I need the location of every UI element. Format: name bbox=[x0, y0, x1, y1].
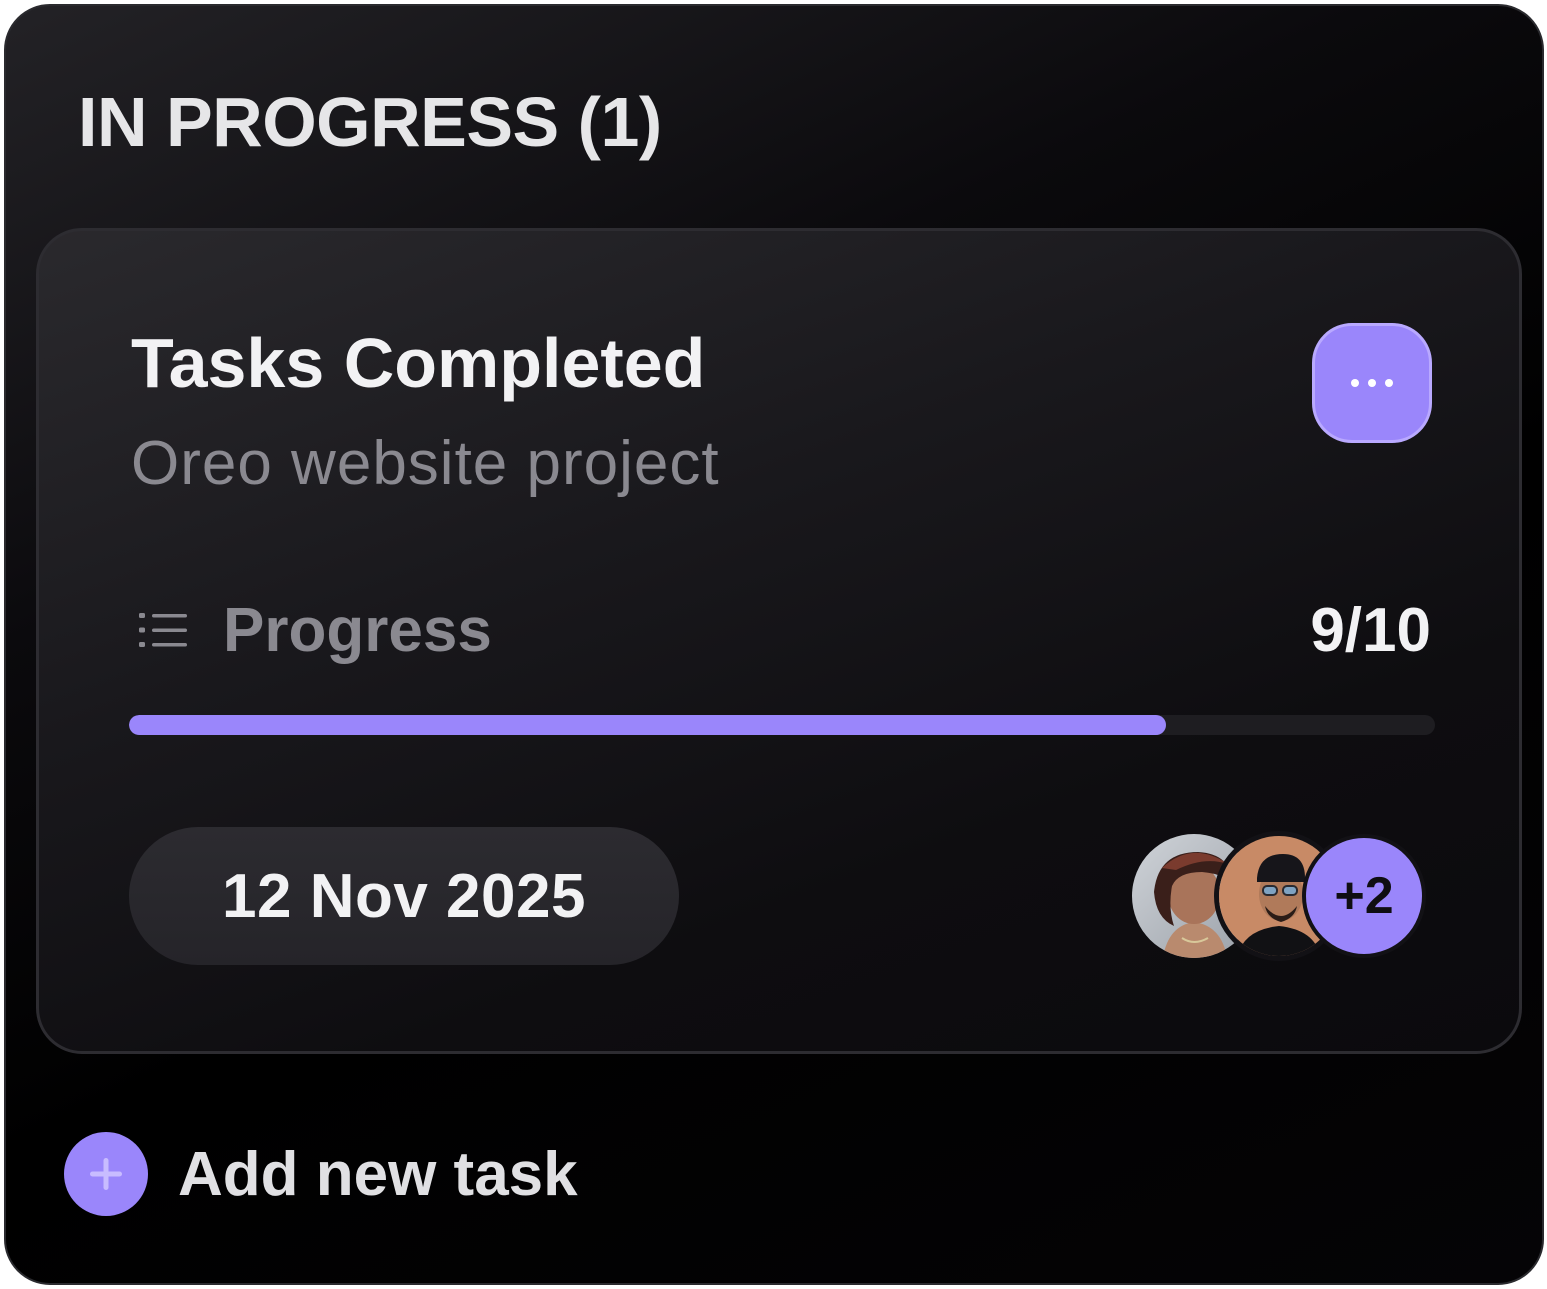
due-date-badge: 12 Nov 2025 bbox=[129, 827, 679, 965]
assignee-avatars[interactable]: +2 bbox=[1132, 831, 1432, 961]
in-progress-column: IN PROGRESS (1) Tasks Completed Oreo web… bbox=[4, 4, 1544, 1285]
plus-icon bbox=[64, 1132, 148, 1216]
task-card[interactable]: Tasks Completed Oreo website project Pro… bbox=[36, 228, 1522, 1054]
more-dot bbox=[1385, 379, 1393, 387]
card-title: Tasks Completed bbox=[131, 324, 706, 402]
column-title: IN PROGRESS (1) bbox=[78, 83, 662, 161]
progress-bar bbox=[129, 715, 1435, 735]
list-icon bbox=[139, 613, 187, 647]
add-new-task-button[interactable]: Add new task bbox=[64, 1132, 578, 1216]
add-new-task-label: Add new task bbox=[178, 1139, 578, 1209]
progress-bar-fill bbox=[129, 715, 1166, 735]
card-subtitle: Oreo website project bbox=[131, 429, 720, 498]
more-dot bbox=[1368, 379, 1376, 387]
more-horizontal-icon bbox=[1351, 379, 1359, 387]
more-options-button[interactable] bbox=[1312, 323, 1432, 443]
progress-label: Progress bbox=[223, 596, 492, 665]
more-assignees-badge[interactable]: +2 bbox=[1302, 834, 1426, 958]
due-date-text: 12 Nov 2025 bbox=[222, 861, 586, 931]
progress-count: 9/10 bbox=[1310, 596, 1431, 665]
